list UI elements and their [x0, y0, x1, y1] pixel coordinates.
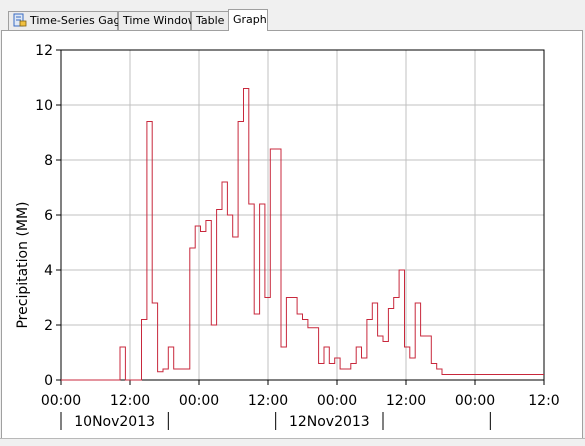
x-tick-label: 12:00	[110, 393, 150, 409]
tab-time-window[interactable]: Time Window	[118, 11, 197, 30]
date-label: 10Nov2013	[74, 414, 155, 430]
graph-panel: 0 2 4 6 8 10 12 00:00 12:00 00:00 12:00 00:00 12:00…	[1, 30, 583, 443]
precipitation-chart[interactable]: 024681012 00:00 12:00 00:00 12:00 00:00 12:00…	[2, 31, 582, 442]
date-label: 12Nov2013	[289, 414, 370, 430]
tab-label: Time-Series Gage	[30, 14, 128, 27]
tab-graph[interactable]: Graph	[228, 9, 268, 31]
tab-table[interactable]: Table	[191, 11, 229, 30]
y-tick-label: 8	[44, 153, 53, 169]
x-tick-label: 00:00	[179, 393, 219, 409]
precipitation-series-line	[61, 88, 544, 381]
y-axis-label: Precipitation (MM)	[15, 201, 31, 328]
tab-label: Graph	[233, 13, 267, 26]
x-tick-label: 00:00	[317, 393, 357, 409]
y-tick-label: 0	[44, 373, 53, 389]
x-tick-label: 00:00	[455, 393, 495, 409]
x-tick-label: 00:00	[41, 393, 81, 409]
x-tick-label: 12:00	[386, 393, 426, 409]
x-tick-label: 12:00	[248, 393, 288, 409]
tab-label: Time Window	[123, 14, 197, 27]
y-tick-label: 2	[44, 318, 53, 334]
y-tick-label: 4	[44, 263, 53, 279]
tab-bar: Time-Series Gage Time Window Table Graph	[0, 0, 585, 32]
x-axis: 00:00 12:00 00:00 12:00 00:00 12:00 00:00 12:0 1…	[41, 380, 560, 430]
gage-icon	[13, 13, 27, 27]
y-tick-label: 12	[35, 43, 53, 59]
y-axis: 0 2 4 6 8 10 12	[35, 43, 61, 389]
tab-time-series-gage[interactable]: Time-Series Gage	[8, 11, 127, 30]
tab-label: Table	[196, 14, 225, 27]
grid	[61, 50, 544, 380]
y-tick-label: 6	[44, 208, 53, 224]
x-tick-label: 12:0	[528, 393, 559, 409]
y-tick-label: 10	[35, 98, 53, 114]
